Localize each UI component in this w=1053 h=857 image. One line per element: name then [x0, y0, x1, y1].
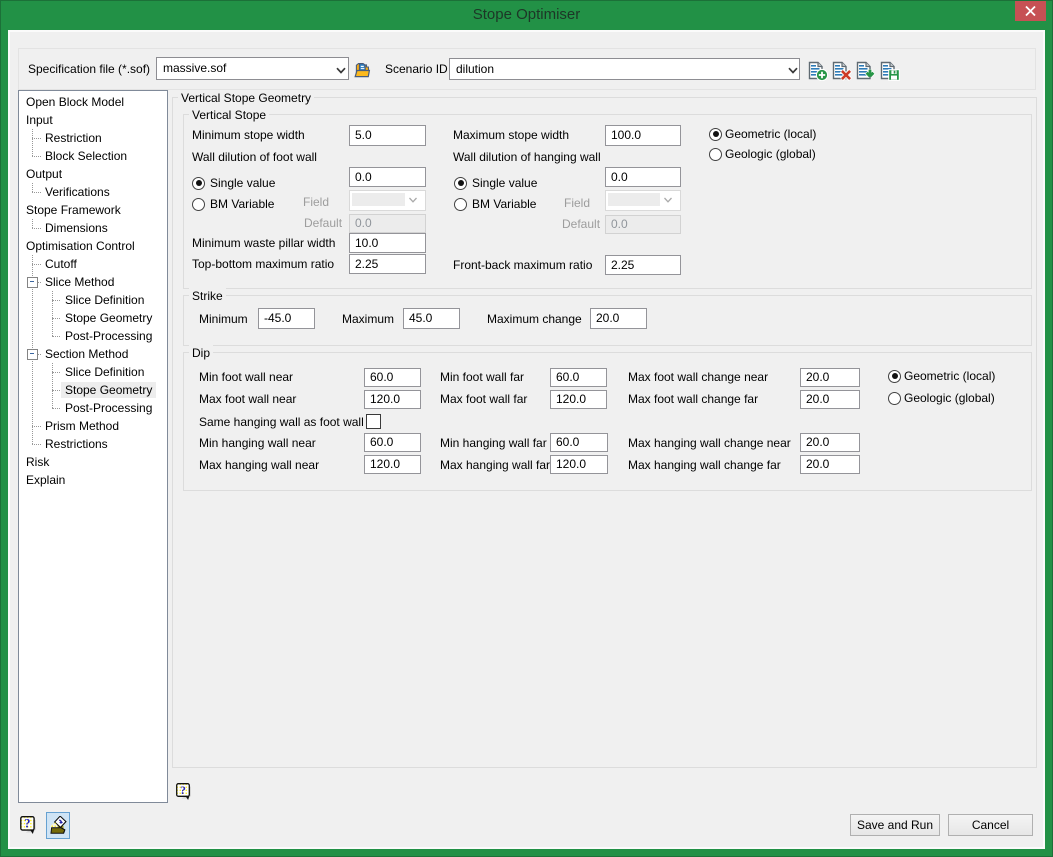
svg-text:?: ? — [180, 785, 186, 797]
svg-text:?: ? — [24, 817, 30, 831]
